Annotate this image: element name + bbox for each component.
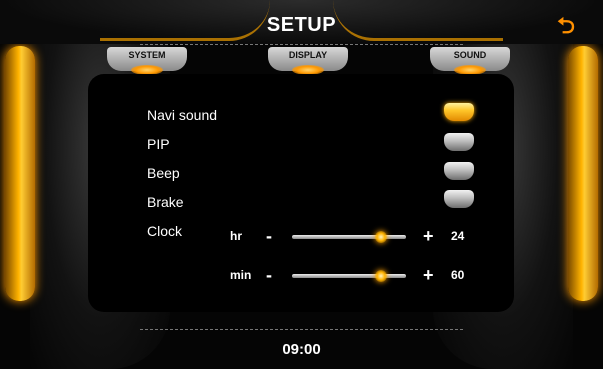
min-slider-thumb[interactable]	[374, 270, 387, 282]
setup-screen: SETUP ⮌ SYSTEM DISPLAY SOUND Navi sound …	[0, 0, 603, 369]
min-plus-button[interactable]: +	[423, 266, 434, 284]
clock-label: Clock	[147, 223, 183, 239]
beep-label: Beep	[147, 165, 180, 181]
top-divider	[140, 44, 463, 45]
hr-slider[interactable]	[292, 231, 406, 243]
min-slider[interactable]	[292, 270, 406, 282]
min-value: 60	[451, 268, 465, 282]
pip-toggle[interactable]	[444, 133, 474, 151]
hr-unit-label: hr	[230, 229, 242, 243]
back-button[interactable]: ⮌	[553, 14, 579, 38]
bottom-divider	[140, 329, 463, 330]
hr-value: 24	[451, 229, 465, 243]
page-title: SETUP	[266, 14, 337, 36]
navi-sound-toggle[interactable]	[444, 103, 474, 121]
tab-sound[interactable]: SOUND	[430, 47, 510, 75]
tab-system-label: SYSTEM	[128, 50, 166, 60]
hr-slider-thumb[interactable]	[374, 231, 387, 243]
brake-label: Brake	[147, 194, 184, 210]
back-arrow-icon: ⮌	[557, 13, 575, 38]
pip-label: PIP	[147, 136, 170, 152]
tab-system[interactable]: SYSTEM	[107, 47, 187, 75]
left-glow-bar	[5, 46, 35, 301]
brake-toggle[interactable]	[444, 190, 474, 208]
status-clock: 09:00	[282, 341, 321, 358]
hr-minus-button[interactable]: -	[266, 227, 272, 245]
tab-display[interactable]: DISPLAY	[268, 47, 348, 75]
navi-sound-label: Navi sound	[147, 107, 218, 123]
beep-toggle[interactable]	[444, 162, 474, 180]
min-unit-label: min	[230, 268, 252, 282]
right-glow-bar	[568, 46, 598, 301]
hr-plus-button[interactable]: +	[423, 227, 434, 245]
min-minus-button[interactable]: -	[266, 266, 272, 284]
tab-display-label: DISPLAY	[288, 50, 328, 60]
tab-sound-label: SOUND	[453, 50, 487, 60]
